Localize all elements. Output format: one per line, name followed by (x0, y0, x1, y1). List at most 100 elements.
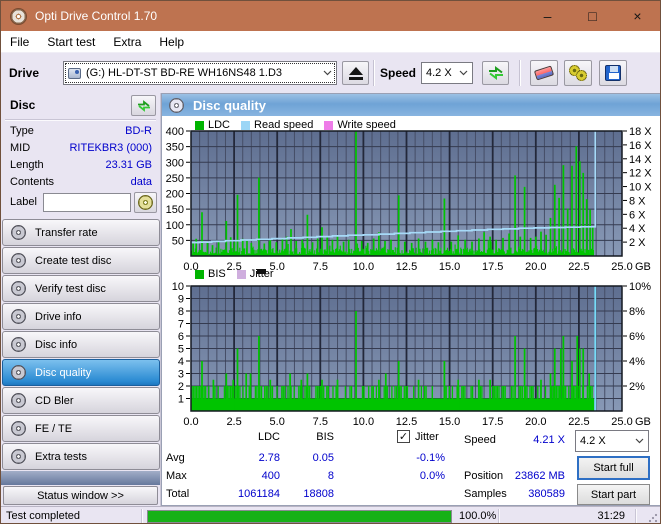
svg-text:1: 1 (178, 394, 184, 406)
svg-text:5: 5 (178, 344, 184, 356)
disc-contents-value: data (130, 176, 152, 188)
jitter-checkbox[interactable]: ✓ (397, 430, 410, 443)
speed-select[interactable]: 4.2 X (575, 430, 649, 452)
total-bis: 18808 (303, 488, 334, 500)
max-ldc: 400 (261, 470, 280, 482)
svg-text:10.0: 10.0 (353, 261, 374, 273)
disc-label-input[interactable] (43, 193, 131, 212)
menubar: File Start test Extra Help (1, 31, 660, 53)
svg-text:GB: GB (635, 261, 651, 273)
titlebar: Opti Drive Control 1.70 – □ × (1, 1, 660, 31)
svg-text:17.5: 17.5 (482, 261, 503, 273)
svg-text:4%: 4% (629, 356, 645, 368)
svg-text:3: 3 (178, 369, 184, 381)
sidebar-item-create-test-disc[interactable]: Create test disc (2, 247, 160, 274)
panel-header: Disc quality (162, 94, 660, 116)
sidebar-item-label: Verify test disc (35, 282, 106, 295)
svg-text:14 X: 14 X (629, 154, 652, 166)
menu-extra[interactable]: Extra (104, 31, 150, 52)
svg-text:200: 200 (166, 189, 184, 201)
close-button[interactable]: × (615, 1, 660, 31)
sidebar-item-disc-quality[interactable]: Disc quality (2, 359, 160, 386)
svg-text:2 X: 2 X (629, 237, 646, 249)
position-stat-value: 23862 MB (514, 470, 565, 482)
svg-text:8%: 8% (629, 306, 645, 318)
sidebar: Disc Type BD-R MID RITEKBR3 (000) Length… (1, 93, 161, 506)
svg-text:16 X: 16 X (629, 140, 652, 152)
cd-icon (11, 421, 26, 436)
svg-text:4: 4 (178, 356, 184, 368)
progress-fill (148, 511, 451, 522)
speed-combobox[interactable]: 4.2 X (421, 62, 473, 84)
samples-stat-value: 380589 (528, 488, 565, 500)
speed-stat-label: Speed (464, 434, 496, 446)
sidebar-item-fe-te[interactable]: FE / TE (2, 415, 160, 442)
disc-label-button[interactable] (134, 192, 157, 213)
drive-combobox[interactable]: (G:) HL-DT-ST BD-RE WH16NS48 1.D3 (63, 61, 337, 85)
settings-button[interactable] (564, 60, 592, 86)
sidebar-item-cd-bler[interactable]: CD Bler (2, 387, 160, 414)
disc-label-label: Label (10, 196, 37, 208)
cd-icon (11, 309, 26, 324)
speed-select-value: 4.2 X (580, 435, 606, 447)
window-title: Opti Drive Control 1.70 (35, 9, 158, 23)
minimize-button[interactable]: – (525, 1, 570, 31)
chevron-down-icon (635, 435, 644, 447)
menu-start-test[interactable]: Start test (38, 31, 104, 52)
svg-text:12.5: 12.5 (396, 261, 417, 273)
sidebar-item-verify-test-disc[interactable]: Verify test disc (2, 275, 160, 302)
refresh-disc-button[interactable] (131, 95, 156, 116)
svg-text:300: 300 (166, 157, 184, 169)
bis-chart: 123456789102%4%6%8%10%0.0 2.5 5.0 7.5 10.0 12… (172, 281, 651, 428)
cd-icon (11, 393, 26, 408)
sidebar-item-extra-tests[interactable]: Extra tests (2, 443, 160, 470)
legend-label: BIS (208, 268, 226, 280)
main-panel: Disc quality LDC Read speed Write speed … (161, 93, 660, 506)
cd-icon (11, 365, 26, 380)
start-part-button[interactable]: Start part (577, 484, 650, 505)
avg-ldc: 2.78 (258, 452, 280, 464)
max-jitter: 0.0% (419, 470, 445, 482)
cursor-marker (257, 269, 266, 274)
elapsed-time: 31:29 (597, 510, 625, 522)
svg-text:25.0: 25.0 (611, 261, 632, 273)
disc-length-label: Length (10, 159, 44, 171)
eject-icon (348, 66, 363, 80)
svg-text:4 X: 4 X (629, 223, 646, 235)
svg-text:8: 8 (178, 306, 184, 318)
sidebar-item-label: Extra tests (35, 450, 87, 463)
cd-icon (11, 337, 26, 352)
resize-grip[interactable] (648, 513, 658, 523)
statusbar: Test completed 100.0% 31:29 (1, 506, 660, 523)
ldc-swatch (195, 120, 204, 130)
erase-disc-button[interactable] (530, 60, 558, 86)
sidebar-item-transfer-rate[interactable]: Transfer rate (2, 219, 160, 246)
sidebar-item-disc-info[interactable]: Disc info (2, 331, 160, 358)
svg-text:250: 250 (166, 173, 184, 185)
disc-type-value: BD-R (125, 125, 152, 137)
svg-text:10: 10 (172, 281, 184, 293)
menu-help[interactable]: Help (150, 31, 193, 52)
eject-button[interactable] (342, 61, 369, 85)
svg-text:8 X: 8 X (629, 195, 646, 207)
bis-column-header: BIS (316, 431, 334, 443)
sidebar-item-label: Transfer rate (35, 226, 98, 239)
floppy-disk-icon (605, 65, 621, 81)
chevron-down-icon (323, 67, 332, 79)
avg-row-label: Avg (166, 452, 185, 464)
sidebar-item-label: Disc quality (35, 366, 92, 379)
svg-text:150: 150 (166, 204, 184, 216)
sidebar-item-drive-info[interactable]: Drive info (2, 303, 160, 330)
maximize-button[interactable]: □ (570, 1, 615, 31)
app-disc-icon (10, 7, 27, 25)
menu-file[interactable]: File (1, 31, 38, 52)
progress-bar (147, 510, 452, 523)
avg-bis: 0.05 (312, 452, 334, 464)
refresh-drive-button[interactable] (482, 61, 509, 85)
status-window-button[interactable]: Status window >> (3, 486, 158, 505)
sidebar-item-label: CD Bler (35, 394, 74, 407)
start-full-button[interactable]: Start full (577, 456, 650, 480)
save-button[interactable] (599, 60, 627, 86)
svg-text:6: 6 (178, 331, 184, 343)
sidebar-divider-strip (1, 471, 160, 485)
